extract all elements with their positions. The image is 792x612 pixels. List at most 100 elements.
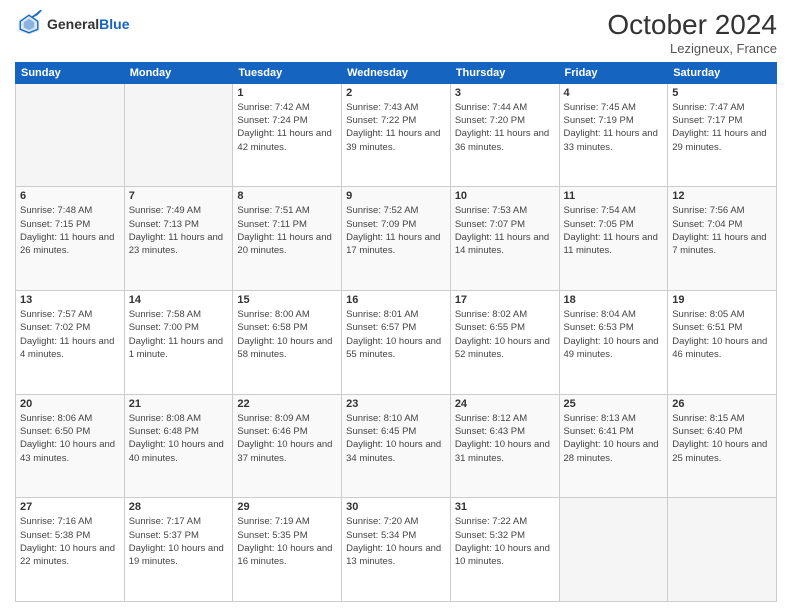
day-info: Sunrise: 7:44 AMSunset: 7:20 PMDaylight:… [455, 101, 555, 154]
table-row: 15 Sunrise: 8:00 AMSunset: 6:58 PMDayligh… [233, 291, 342, 395]
table-row [668, 498, 777, 602]
day-number: 21 [129, 398, 229, 410]
day-info: Sunrise: 7:20 AMSunset: 5:34 PMDaylight:… [346, 515, 446, 568]
day-info: Sunrise: 7:53 AMSunset: 7:07 PMDaylight:… [455, 204, 555, 257]
day-number: 8 [237, 190, 337, 202]
table-row: 8 Sunrise: 7:51 AMSunset: 7:11 PMDaylight… [233, 187, 342, 291]
table-row: 4 Sunrise: 7:45 AMSunset: 7:19 PMDaylight… [559, 83, 668, 187]
calendar-week-row: 1 Sunrise: 7:42 AMSunset: 7:24 PMDaylight… [16, 83, 777, 187]
calendar-week-row: 20 Sunrise: 8:06 AMSunset: 6:50 PMDayligh… [16, 394, 777, 498]
logo-text: GeneralBlue [47, 16, 129, 33]
day-info: Sunrise: 8:08 AMSunset: 6:48 PMDaylight:… [129, 412, 229, 465]
day-number: 3 [455, 87, 555, 99]
day-info: Sunrise: 8:06 AMSunset: 6:50 PMDaylight:… [20, 412, 120, 465]
table-row: 14 Sunrise: 7:58 AMSunset: 7:00 PMDayligh… [124, 291, 233, 395]
day-info: Sunrise: 7:16 AMSunset: 5:38 PMDaylight:… [20, 515, 120, 568]
calendar-week-row: 27Sunrise: 7:16 AMSunset: 5:38 PMDayligh… [16, 498, 777, 602]
title-section: October 2024 Lezigneux, France [607, 10, 777, 56]
table-row: 7 Sunrise: 7:49 AMSunset: 7:13 PMDaylight… [124, 187, 233, 291]
day-number: 2 [346, 87, 446, 99]
day-number: 16 [346, 294, 446, 306]
day-info: Sunrise: 8:12 AMSunset: 6:43 PMDaylight:… [455, 412, 555, 465]
table-row: 2 Sunrise: 7:43 AMSunset: 7:22 PMDaylight… [342, 83, 451, 187]
day-number: 7 [129, 190, 229, 202]
day-info: Sunrise: 7:49 AMSunset: 7:13 PMDaylight:… [129, 204, 229, 257]
day-info: Sunrise: 8:05 AMSunset: 6:51 PMDaylight:… [672, 308, 772, 361]
table-row: 1 Sunrise: 7:42 AMSunset: 7:24 PMDaylight… [233, 83, 342, 187]
table-row: 23 Sunrise: 8:10 AMSunset: 6:45 PMDayligh… [342, 394, 451, 498]
calendar-header-saturday: Saturday [668, 62, 777, 83]
day-info: Sunrise: 7:51 AMSunset: 7:11 PMDaylight:… [237, 204, 337, 257]
day-number: 28 [129, 501, 229, 513]
day-info: Sunrise: 7:54 AMSunset: 7:05 PMDaylight:… [564, 204, 664, 257]
day-info: Sunrise: 7:17 AMSunset: 5:37 PMDaylight:… [129, 515, 229, 568]
page: GeneralBlue October 2024 Lezigneux, Fran… [0, 0, 792, 612]
day-info: Sunrise: 7:19 AMSunset: 5:35 PMDaylight:… [237, 515, 337, 568]
day-info: Sunrise: 8:01 AMSunset: 6:57 PMDaylight:… [346, 308, 446, 361]
table-row [124, 83, 233, 187]
table-row: 5 Sunrise: 7:47 AMSunset: 7:17 PMDaylight… [668, 83, 777, 187]
day-info: Sunrise: 7:56 AMSunset: 7:04 PMDaylight:… [672, 204, 772, 257]
day-info: Sunrise: 7:52 AMSunset: 7:09 PMDaylight:… [346, 204, 446, 257]
table-row: 18 Sunrise: 8:04 AMSunset: 6:53 PMDayligh… [559, 291, 668, 395]
table-row: 9Sunrise: 7:52 AMSunset: 7:09 PMDaylight… [342, 187, 451, 291]
day-number: 4 [564, 87, 664, 99]
table-row: 16 Sunrise: 8:01 AMSunset: 6:57 PMDayligh… [342, 291, 451, 395]
table-row: 17 Sunrise: 8:02 AMSunset: 6:55 PMDayligh… [450, 291, 559, 395]
table-row: 25 Sunrise: 8:13 AMSunset: 6:41 PMDayligh… [559, 394, 668, 498]
day-info: Sunrise: 8:00 AMSunset: 6:58 PMDaylight:… [237, 308, 337, 361]
calendar-header-friday: Friday [559, 62, 668, 83]
table-row: 22Sunrise: 8:09 AMSunset: 6:46 PMDayligh… [233, 394, 342, 498]
day-number: 25 [564, 398, 664, 410]
day-number: 26 [672, 398, 772, 410]
day-number: 13 [20, 294, 120, 306]
table-row: 13 Sunrise: 7:57 AMSunset: 7:02 PMDayligh… [16, 291, 125, 395]
table-row: 3 Sunrise: 7:44 AMSunset: 7:20 PMDaylight… [450, 83, 559, 187]
month-title: October 2024 [607, 10, 777, 41]
table-row: 21 Sunrise: 8:08 AMSunset: 6:48 PMDayligh… [124, 394, 233, 498]
day-info: Sunrise: 7:45 AMSunset: 7:19 PMDaylight:… [564, 101, 664, 154]
day-number: 17 [455, 294, 555, 306]
day-info: Sunrise: 8:04 AMSunset: 6:53 PMDaylight:… [564, 308, 664, 361]
table-row: 20 Sunrise: 8:06 AMSunset: 6:50 PMDayligh… [16, 394, 125, 498]
calendar-header-monday: Monday [124, 62, 233, 83]
day-number: 20 [20, 398, 120, 410]
day-number: 19 [672, 294, 772, 306]
day-number: 1 [237, 87, 337, 99]
day-number: 24 [455, 398, 555, 410]
logo: GeneralBlue [15, 10, 129, 38]
day-number: 29 [237, 501, 337, 513]
day-number: 10 [455, 190, 555, 202]
table-row: 27Sunrise: 7:16 AMSunset: 5:38 PMDayligh… [16, 498, 125, 602]
table-row: 31 Sunrise: 7:22 AMSunset: 5:32 PMDayligh… [450, 498, 559, 602]
calendar-header-wednesday: Wednesday [342, 62, 451, 83]
day-number: 31 [455, 501, 555, 513]
day-info: Sunrise: 8:02 AMSunset: 6:55 PMDaylight:… [455, 308, 555, 361]
day-number: 15 [237, 294, 337, 306]
day-number: 14 [129, 294, 229, 306]
calendar-week-row: 13 Sunrise: 7:57 AMSunset: 7:02 PMDayligh… [16, 291, 777, 395]
day-number: 18 [564, 294, 664, 306]
day-info: Sunrise: 7:22 AMSunset: 5:32 PMDaylight:… [455, 515, 555, 568]
day-info: Sunrise: 8:10 AMSunset: 6:45 PMDaylight:… [346, 412, 446, 465]
day-number: 5 [672, 87, 772, 99]
calendar-week-row: 6Sunrise: 7:48 AMSunset: 7:15 PMDaylight… [16, 187, 777, 291]
header: GeneralBlue October 2024 Lezigneux, Fran… [15, 10, 777, 56]
day-info: Sunrise: 7:48 AMSunset: 7:15 PMDaylight:… [20, 204, 120, 257]
day-number: 23 [346, 398, 446, 410]
table-row: 26 Sunrise: 8:15 AMSunset: 6:40 PMDayligh… [668, 394, 777, 498]
calendar-header-thursday: Thursday [450, 62, 559, 83]
day-info: Sunrise: 7:58 AMSunset: 7:00 PMDaylight:… [129, 308, 229, 361]
day-info: Sunrise: 7:43 AMSunset: 7:22 PMDaylight:… [346, 101, 446, 154]
day-number: 30 [346, 501, 446, 513]
logo-icon [15, 10, 43, 38]
day-info: Sunrise: 8:15 AMSunset: 6:40 PMDaylight:… [672, 412, 772, 465]
table-row: 6Sunrise: 7:48 AMSunset: 7:15 PMDaylight… [16, 187, 125, 291]
day-info: Sunrise: 7:42 AMSunset: 7:24 PMDaylight:… [237, 101, 337, 154]
day-info: Sunrise: 7:57 AMSunset: 7:02 PMDaylight:… [20, 308, 120, 361]
day-info: Sunrise: 8:13 AMSunset: 6:41 PMDaylight:… [564, 412, 664, 465]
day-info: Sunrise: 7:47 AMSunset: 7:17 PMDaylight:… [672, 101, 772, 154]
day-number: 22 [237, 398, 337, 410]
table-row: 30 Sunrise: 7:20 AMSunset: 5:34 PMDayligh… [342, 498, 451, 602]
table-row: 24 Sunrise: 8:12 AMSunset: 6:43 PMDayligh… [450, 394, 559, 498]
